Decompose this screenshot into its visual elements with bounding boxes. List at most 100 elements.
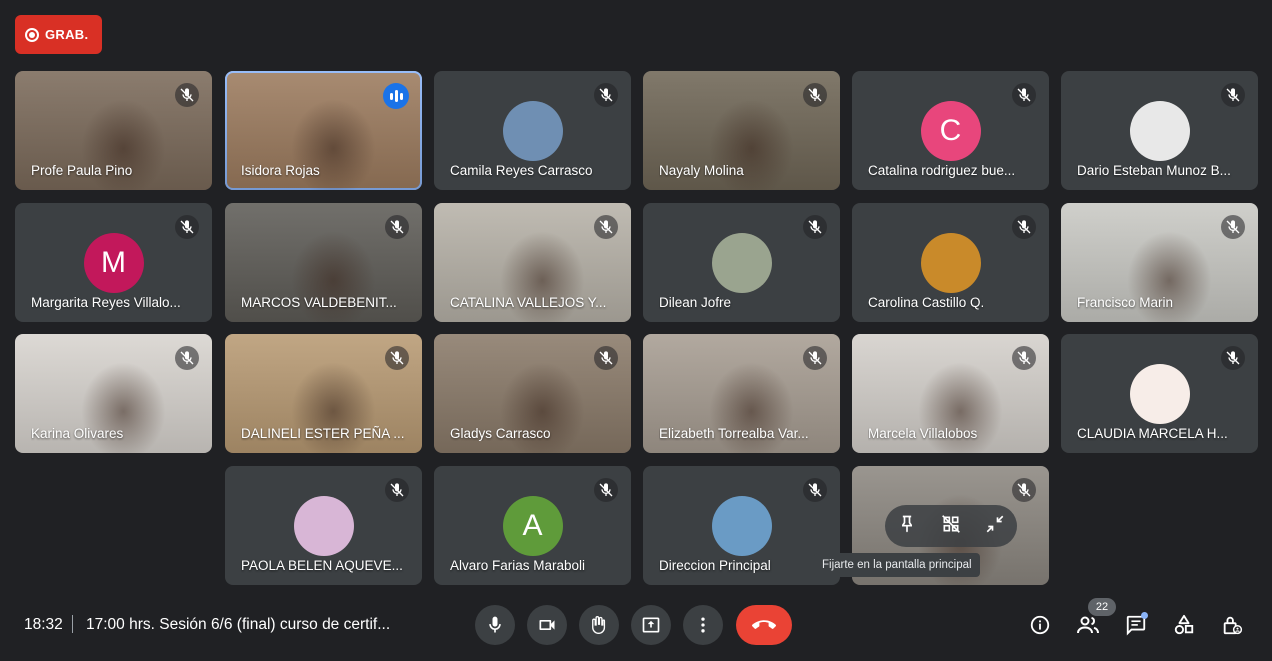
participant-name: Gladys Carrasco xyxy=(450,426,551,441)
participant-name: Marcela Villalobos xyxy=(868,426,978,441)
pin-tooltip: Fijarte en la pantalla principal xyxy=(814,553,980,577)
recording-label: GRAB. xyxy=(45,27,89,42)
avatar xyxy=(711,233,772,293)
mic-off-icon xyxy=(803,83,827,107)
participant-name: MARCOS VALDEBENIT... xyxy=(241,295,397,310)
participant-tile[interactable]: Camila Reyes Carrasco xyxy=(434,71,631,190)
participant-tile[interactable]: Marcela Villalobos xyxy=(852,334,1049,453)
participant-name: Profe Paula Pino xyxy=(31,163,133,178)
participant-tile[interactable]: Francisco Marin xyxy=(1061,203,1258,322)
avatar xyxy=(1129,101,1190,161)
participant-tile[interactable]: PAOLA BELEN AQUEVE... xyxy=(225,466,422,585)
avatar-initial: M xyxy=(83,233,144,293)
mic-off-icon xyxy=(803,478,827,502)
avatar xyxy=(293,496,354,556)
record-icon xyxy=(25,27,39,42)
participant-tile[interactable]: Gladys Carrasco xyxy=(434,334,631,453)
mic-off-icon xyxy=(594,478,618,502)
avatar xyxy=(920,233,981,293)
participant-tile[interactable]: Direccion Principal xyxy=(643,466,840,585)
mic-off-icon xyxy=(803,346,827,370)
meeting-details-button[interactable] xyxy=(1024,609,1056,641)
tile-hover-controls xyxy=(885,505,1017,547)
participant-name: Dario Esteban Munoz B... xyxy=(1077,163,1231,178)
mic-off-icon xyxy=(1012,215,1036,239)
recording-badge[interactable]: GRAB. xyxy=(15,15,102,54)
info-icon xyxy=(1030,615,1050,635)
camera-icon xyxy=(539,620,555,630)
meeting-title[interactable]: 17:00 hrs. Sesión 6/6 (final) curso de c… xyxy=(86,616,416,634)
minimize-icon[interactable] xyxy=(985,514,1005,539)
host-controls-button[interactable] xyxy=(1216,609,1248,641)
phone-hangup-icon xyxy=(752,620,776,629)
participant-tile[interactable]: DALINELI ESTER PEÑA ... xyxy=(225,334,422,453)
activities-icon xyxy=(1174,614,1194,635)
present-icon xyxy=(642,617,660,633)
mic-off-icon xyxy=(1012,346,1036,370)
participant-tile[interactable]: Carolina Castillo Q. xyxy=(852,203,1049,322)
participant-tile[interactable]: Nayaly Molina xyxy=(643,71,840,190)
avatar-initial: C xyxy=(920,101,981,161)
clock: 18:32 xyxy=(24,616,63,633)
participant-name: Dilean Jofre xyxy=(659,295,732,310)
participant-name: Camila Reyes Carrasco xyxy=(450,163,593,178)
participant-tile[interactable]: CLAUDIA MARCELA H... xyxy=(1061,334,1258,453)
participant-name: Nayaly Molina xyxy=(659,163,744,178)
participant-tile[interactable]: Profe Paula Pino xyxy=(15,71,212,190)
participant-name: Francisco Marin xyxy=(1077,295,1174,310)
participant-name: Isidora Rojas xyxy=(241,163,320,178)
participant-tile[interactable]: C Catalina rodriguez bue... xyxy=(852,71,1049,190)
mic-off-icon xyxy=(175,83,199,107)
participant-tile[interactable]: Karina Olivares xyxy=(15,334,212,453)
hand-icon xyxy=(592,616,606,634)
activities-button[interactable] xyxy=(1168,609,1200,641)
participant-tile[interactable]: Dilean Jofre xyxy=(643,203,840,322)
remove-from-grid-icon[interactable] xyxy=(941,514,961,539)
participant-tile[interactable]: A Alvaro Farias Maraboli xyxy=(434,466,631,585)
mic-off-icon xyxy=(175,215,199,239)
mic-off-icon xyxy=(385,215,409,239)
pin-icon[interactable] xyxy=(897,514,917,539)
present-button[interactable] xyxy=(631,605,671,645)
participant-name: Karina Olivares xyxy=(31,426,124,441)
camera-button[interactable] xyxy=(527,605,567,645)
participant-name: Catalina rodriguez bue... xyxy=(868,163,1016,178)
more-vert-icon xyxy=(701,617,705,633)
participant-tile[interactable]: Isidora Rojas xyxy=(225,71,422,190)
microphone-button[interactable] xyxy=(475,605,515,645)
participant-name: Elizabeth Torrealba Var... xyxy=(659,426,809,441)
mic-off-icon xyxy=(803,215,827,239)
mic-off-icon xyxy=(1012,83,1036,107)
mic-off-icon xyxy=(175,346,199,370)
mic-off-icon xyxy=(385,478,409,502)
avatar xyxy=(502,101,563,161)
mic-off-icon xyxy=(1221,215,1245,239)
raise-hand-button[interactable] xyxy=(579,605,619,645)
participant-name: CATALINA VALLEJOS Y... xyxy=(450,295,607,310)
chat-unread-dot xyxy=(1141,612,1148,619)
mic-off-icon xyxy=(594,346,618,370)
participant-name: Direccion Principal xyxy=(659,558,771,573)
mic-off-icon xyxy=(1221,346,1245,370)
participant-tile[interactable]: Dario Esteban Munoz B... xyxy=(1061,71,1258,190)
leave-call-button[interactable] xyxy=(736,605,792,645)
speaking-indicator-icon xyxy=(383,83,409,109)
participant-name: PAOLA BELEN AQUEVE... xyxy=(241,558,403,573)
divider xyxy=(72,615,73,633)
microphone-icon xyxy=(489,616,501,633)
mic-off-icon xyxy=(594,215,618,239)
participant-count-badge: 22 xyxy=(1088,598,1116,616)
participant-name: Margarita Reyes Villalo... xyxy=(31,295,181,310)
participant-name: DALINELI ESTER PEÑA ... xyxy=(241,426,405,441)
participant-tile[interactable]: MARCOS VALDEBENIT... xyxy=(225,203,422,322)
participant-name: Alvaro Farias Maraboli xyxy=(450,558,586,573)
avatar xyxy=(1129,364,1190,424)
more-options-button[interactable] xyxy=(683,605,723,645)
mic-off-icon xyxy=(1221,83,1245,107)
participant-name: CLAUDIA MARCELA H... xyxy=(1077,426,1228,441)
participant-tile[interactable]: M Margarita Reyes Villalo... xyxy=(15,203,212,322)
people-icon xyxy=(1077,616,1099,634)
participant-tile[interactable]: CATALINA VALLEJOS Y... xyxy=(434,203,631,322)
avatar-initial: A xyxy=(502,496,563,556)
participant-tile[interactable]: Elizabeth Torrealba Var... xyxy=(643,334,840,453)
